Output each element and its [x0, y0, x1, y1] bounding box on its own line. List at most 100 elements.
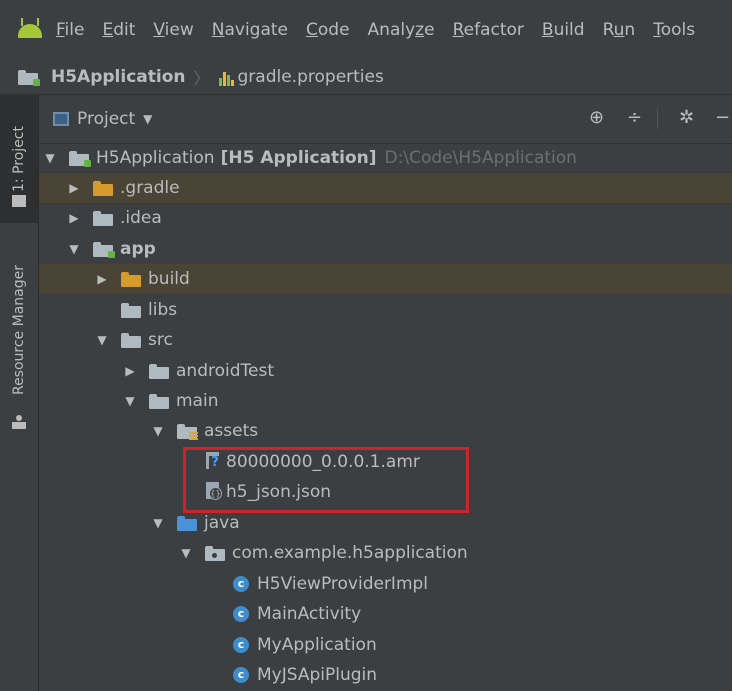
- expand-arrow-icon[interactable]: ▼: [151, 424, 165, 438]
- root-project-path: D:\Code\H5Application: [384, 148, 577, 168]
- minimize-icon[interactable]: −: [715, 107, 730, 128]
- class-icon: c: [233, 667, 249, 683]
- folder-label: .idea: [120, 208, 162, 228]
- collapse-all-icon[interactable]: ÷: [627, 107, 642, 128]
- root-project-name: H5Application: [96, 148, 215, 168]
- locate-icon[interactable]: ⊕: [589, 107, 604, 128]
- folder-label: app: [120, 239, 156, 259]
- tree-row-assets[interactable]: ▼ assets: [39, 416, 732, 446]
- menu-edit[interactable]: Edit: [102, 20, 135, 40]
- folder-icon: [121, 302, 141, 318]
- assets-folder-icon: [177, 423, 198, 440]
- source-folder-icon: [177, 515, 197, 531]
- unknown-file-icon: ?: [205, 452, 221, 472]
- package-icon: [205, 545, 225, 561]
- tree-row-app[interactable]: ▼ app: [39, 234, 732, 264]
- breadcrumb: H5Application 〉 gradle.properties: [0, 60, 732, 95]
- menu-code[interactable]: Code: [306, 20, 350, 40]
- folder-label: androidTest: [176, 361, 274, 381]
- class-label: MyApplication: [257, 635, 377, 655]
- folder-icon: [12, 195, 26, 207]
- expand-arrow-icon[interactable]: ▼: [43, 151, 57, 165]
- header-divider: [657, 109, 658, 129]
- menu-view[interactable]: View: [153, 20, 193, 40]
- android-logo-icon: [14, 18, 46, 42]
- project-panel-header: Project ▼ ⊕ ÷ ✲ −: [39, 95, 732, 144]
- tree-row-gradle[interactable]: ▶ .gradle: [39, 173, 732, 203]
- folder-label: assets: [204, 421, 259, 441]
- collapse-arrow-icon[interactable]: ▶: [67, 181, 81, 195]
- menu-navigate[interactable]: Navigate: [212, 20, 288, 40]
- tree-row-idea[interactable]: ▶ .idea: [39, 203, 732, 233]
- class-label: MyJSApiPlugin: [257, 665, 378, 685]
- folder-icon: [93, 180, 113, 196]
- breadcrumb-project[interactable]: H5Application: [51, 67, 186, 87]
- collapse-arrow-icon[interactable]: ▶: [67, 211, 81, 225]
- class-icon: c: [233, 606, 249, 622]
- tree-row-libs[interactable]: libs: [39, 295, 732, 325]
- folder-icon: [149, 393, 169, 409]
- folder-label: java: [204, 513, 240, 533]
- tree-row-class[interactable]: c MainActivity: [39, 599, 732, 629]
- tree-row-root[interactable]: ▼ H5Application [H5 Application] D:\Code…: [39, 143, 732, 173]
- folder-label: build: [148, 269, 190, 289]
- module-folder-icon: [18, 69, 40, 86]
- tree-row-class[interactable]: c H5ViewProviderImpl: [39, 569, 732, 599]
- tree-row-build[interactable]: ▶ build: [39, 264, 732, 294]
- module-folder-icon: [69, 150, 91, 167]
- root-module-name: [H5 Application]: [220, 148, 377, 168]
- tree-row-src[interactable]: ▼ src: [39, 325, 732, 355]
- tree-row-main[interactable]: ▼ main: [39, 386, 732, 416]
- folder-label: src: [148, 330, 173, 350]
- project-view-selector[interactable]: Project: [77, 109, 135, 129]
- expand-arrow-icon[interactable]: ▼: [151, 516, 165, 530]
- project-view-icon: [53, 112, 69, 126]
- expand-arrow-icon[interactable]: ▼: [67, 242, 81, 256]
- folder-icon: [149, 363, 169, 379]
- menu-refactor[interactable]: Refactor: [453, 20, 524, 40]
- json-file-icon: {}: [205, 482, 222, 502]
- tree-row-androidtest[interactable]: ▶ androidTest: [39, 356, 732, 386]
- collapse-arrow-icon[interactable]: ▶: [95, 272, 109, 286]
- menu-tools[interactable]: Tools: [653, 20, 695, 40]
- expand-arrow-icon[interactable]: ▼: [95, 333, 109, 347]
- expand-arrow-icon[interactable]: ▼: [179, 546, 193, 560]
- project-tab-label: 1: Project: [11, 126, 27, 192]
- class-label: MainActivity: [257, 604, 362, 624]
- tree-row-class[interactable]: c MyJSApiPlugin: [39, 660, 732, 690]
- project-panel: Project ▼ ⊕ ÷ ✲ − ▼ H5Application [H5 Ap…: [39, 95, 732, 691]
- resource-manager-icon: [12, 415, 26, 429]
- class-icon: c: [233, 576, 249, 592]
- menu-file[interactable]: File: [56, 20, 84, 40]
- chevron-down-icon[interactable]: ▼: [143, 112, 152, 126]
- resource-manager-label: Resource Manager: [11, 264, 27, 396]
- tree-row-package[interactable]: ▼ com.example.h5application: [39, 538, 732, 568]
- menu-bar: File Edit View Navigate Code Analyze Ref…: [0, 0, 732, 60]
- folder-label: main: [176, 391, 219, 411]
- gear-icon[interactable]: ✲: [679, 107, 694, 128]
- tree-row-json-file[interactable]: {} h5_json.json: [39, 477, 732, 507]
- module-folder-icon: [93, 241, 115, 258]
- resource-manager-tab[interactable]: Resource Manager: [0, 245, 38, 415]
- breadcrumb-separator: 〉: [193, 69, 210, 88]
- folder-label: .gradle: [120, 178, 180, 198]
- folder-icon: [121, 271, 141, 287]
- class-icon: c: [233, 637, 249, 653]
- gradle-file-icon: [218, 68, 234, 86]
- tree-row-java[interactable]: ▼ java: [39, 508, 732, 538]
- collapse-arrow-icon[interactable]: ▶: [123, 364, 137, 378]
- tree-row-amr-file[interactable]: ? 80000000_0.0.0.1.amr: [39, 447, 732, 477]
- menu-analyze[interactable]: Analyze: [368, 20, 435, 40]
- folder-icon: [93, 210, 113, 226]
- folder-icon: [121, 332, 141, 348]
- tree-row-class[interactable]: c MyApplication: [39, 630, 732, 660]
- file-label: 80000000_0.0.0.1.amr: [226, 452, 420, 472]
- tool-window-strip: 1: Project Resource Manager: [0, 95, 39, 691]
- breadcrumb-file[interactable]: gradle.properties: [238, 67, 384, 87]
- expand-arrow-icon[interactable]: ▼: [123, 394, 137, 408]
- class-label: H5ViewProviderImpl: [257, 574, 429, 594]
- menu-run[interactable]: Run: [603, 20, 636, 40]
- package-label: com.example.h5application: [232, 543, 468, 563]
- menu-build[interactable]: Build: [542, 20, 585, 40]
- folder-label: libs: [148, 300, 178, 320]
